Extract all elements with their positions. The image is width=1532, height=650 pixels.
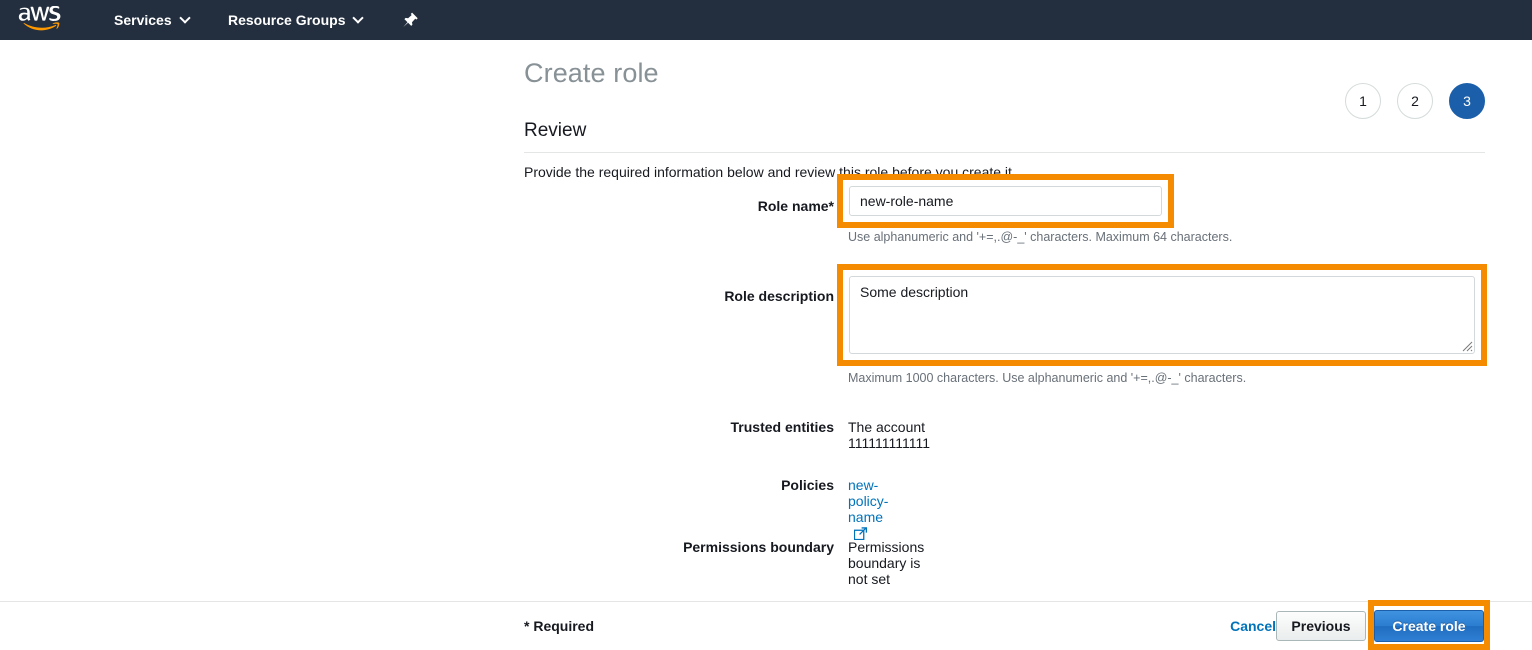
intro-text: Provide the required information below a…: [524, 163, 1486, 181]
aws-logo[interactable]: [17, 6, 61, 34]
pushpin-icon[interactable]: [399, 10, 419, 30]
role-name-label: Role name*: [524, 198, 834, 214]
role-description-textarea[interactable]: [849, 276, 1475, 354]
step-3[interactable]: 3: [1449, 83, 1485, 119]
create-role-button[interactable]: Create role: [1374, 610, 1484, 642]
trusted-entities-label: Trusted entities: [524, 419, 834, 435]
section-title: Review: [524, 119, 1486, 143]
step-indicator: 1 2 3: [1345, 83, 1485, 119]
step-3-label: 3: [1463, 93, 1471, 109]
cancel-button[interactable]: Cancel: [1230, 618, 1276, 634]
role-name-hint: Use alphanumeric and '+=,.@-_' character…: [848, 230, 1232, 244]
step-1[interactable]: 1: [1345, 83, 1381, 119]
policies-value: new-policy-name: [848, 477, 888, 541]
step-1-label: 1: [1359, 93, 1367, 109]
header-divider: [524, 152, 1485, 153]
required-note: * Required: [524, 618, 594, 634]
role-name-input[interactable]: [849, 186, 1162, 216]
nav-services-label: Services: [114, 12, 172, 28]
page-header-block: Create role 1 2 3 Review Provide the req…: [524, 56, 1486, 181]
step-2[interactable]: 2: [1397, 83, 1433, 119]
footer-divider: [0, 601, 1532, 602]
nav-services[interactable]: Services: [110, 0, 194, 40]
policies-label: Policies: [524, 477, 834, 493]
policy-link[interactable]: new-policy-name: [848, 477, 888, 525]
previous-button[interactable]: Previous: [1276, 611, 1366, 641]
permissions-boundary-label: Permissions boundary: [524, 539, 834, 555]
permissions-boundary-value: Permissions boundary is not set: [848, 539, 924, 587]
page-body: Create role 1 2 3 Review Provide the req…: [0, 40, 1532, 648]
step-2-label: 2: [1411, 93, 1419, 109]
nav-resource-groups-label: Resource Groups: [228, 12, 345, 28]
trusted-entities-value: The account 111111111111: [848, 419, 930, 451]
chevron-down-icon: [181, 14, 190, 23]
role-description-hint: Maximum 1000 characters. Use alphanumeri…: [848, 371, 1246, 385]
nav-resource-groups[interactable]: Resource Groups: [224, 0, 367, 40]
role-description-label: Role description: [524, 288, 834, 304]
chevron-down-icon: [354, 14, 363, 23]
top-navigation-bar: Services Resource Groups: [0, 0, 1532, 40]
page-title: Create role: [524, 56, 1486, 90]
